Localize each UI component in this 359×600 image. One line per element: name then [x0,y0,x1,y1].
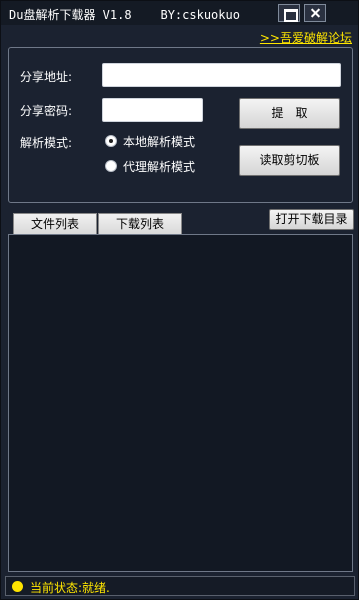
window-title: Du盘解析下载器 V1.8 BY:cskuokuo [9,8,240,22]
radio-local[interactable] [105,135,117,147]
tab-download-list[interactable]: 下载列表 [98,213,182,235]
forum-link[interactable]: >>吾爱破解论坛 [260,29,352,46]
radio-proxy[interactable] [105,160,117,172]
open-download-dir-button[interactable]: 打开下载目录 [269,209,354,230]
mode-local-label: 本地解析模式 [123,135,196,149]
share-url-input[interactable] [102,63,341,87]
read-clipboard-button[interactable]: 读取剪切板 [239,145,340,176]
status-text: 当前状态:就绪. [30,581,110,595]
parse-mode-label: 解析模式: [20,136,73,150]
extract-button[interactable]: 提 取 [239,98,340,129]
app-window: Du盘解析下载器 V1.8 BY:cskuokuo >>吾爱破解论坛 分享地址:… [0,0,359,600]
share-password-input[interactable] [102,98,203,122]
mode-proxy-label: 代理解析模式 [123,160,196,174]
status-indicator-icon [12,581,23,592]
status-bar: 当前状态:就绪. [5,576,355,596]
title-bar[interactable]: Du盘解析下载器 V1.8 BY:cskuokuo [1,1,358,25]
close-icon[interactable] [304,4,326,22]
share-url-label: 分享地址: [20,70,73,84]
minimize-icon[interactable] [278,4,300,22]
file-list-view[interactable] [8,234,353,572]
share-password-label: 分享密码: [20,104,73,118]
tab-file-list[interactable]: 文件列表 [13,213,97,235]
